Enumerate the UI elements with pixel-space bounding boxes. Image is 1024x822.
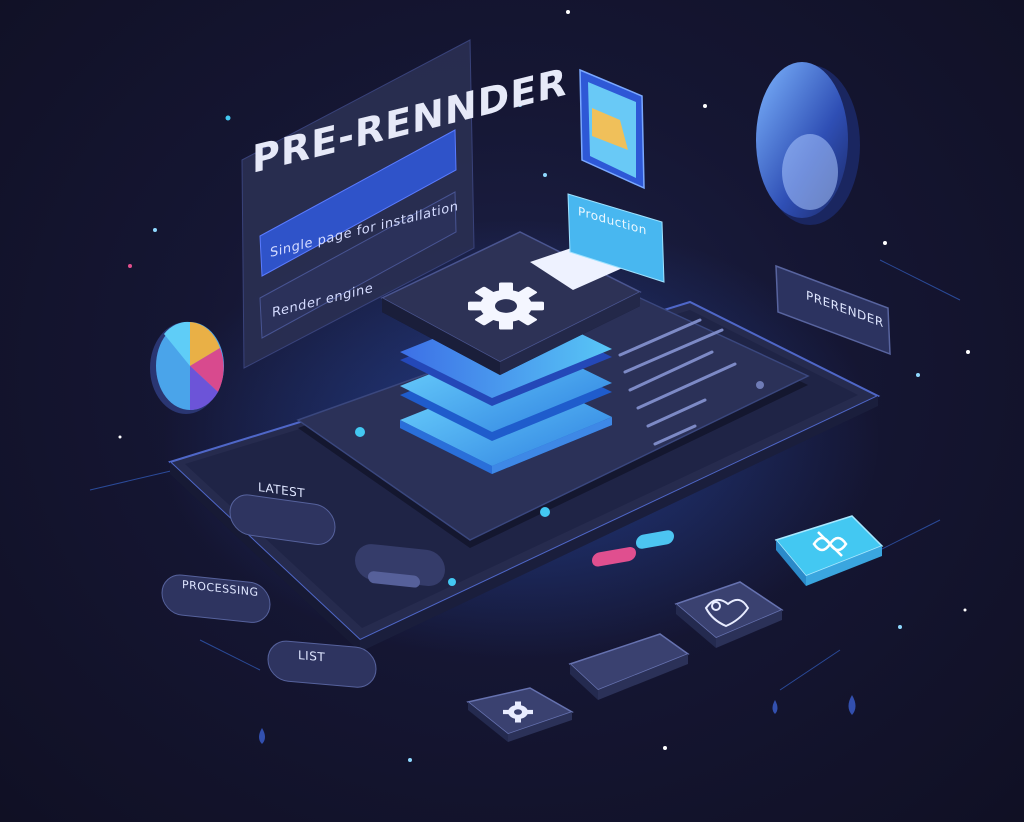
- image-card: [579, 68, 645, 190]
- gear-icon: [468, 282, 544, 330]
- illustration-canvas: PRE-RENNDER Single page for installation…: [0, 0, 1024, 822]
- disc-ornament: [756, 62, 860, 225]
- scene-graphics: [89, 10, 970, 762]
- bottom-pill-2-label: LIST: [298, 648, 326, 665]
